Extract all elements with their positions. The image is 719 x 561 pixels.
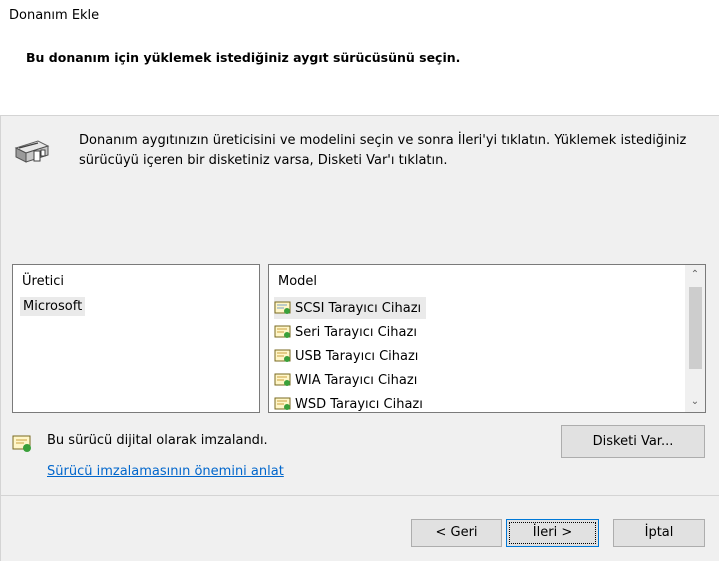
model-item-label: WIA Tarayıcı Cihazı: [295, 372, 418, 388]
chevron-down-icon[interactable]: ⌄: [685, 392, 705, 412]
model-item-usb[interactable]: USB Tarayıcı Cihazı: [274, 345, 423, 367]
model-item-label: WSD Tarayıcı Cihazı: [295, 396, 423, 412]
model-item-label: USB Tarayıcı Cihazı: [295, 348, 419, 364]
model-item-label: Seri Tarayıcı Cihazı: [295, 324, 417, 340]
model-item-wia[interactable]: WIA Tarayıcı Cihazı: [274, 369, 422, 391]
manufacturer-list-header: Üretici: [22, 274, 65, 289]
driver-certificate-icon: [12, 435, 31, 452]
wizard-header: Donanım Ekle Bu donanım için yüklemek is…: [0, 0, 719, 116]
window-title: Donanım Ekle: [9, 8, 100, 23]
model-item-scsi[interactable]: SCSI Tarayıcı Cihazı: [274, 297, 427, 319]
driver-certificate-icon: [274, 325, 291, 338]
chevron-up-icon[interactable]: ⌃: [685, 265, 705, 285]
model-list-scrollbar[interactable]: ⌃ ⌄: [685, 265, 705, 412]
scanner-icon: [14, 140, 50, 163]
signed-status-text: Bu sürücü dijital olarak imzalandı.: [47, 433, 268, 448]
model-list-header: Model: [278, 274, 318, 289]
cancel-button[interactable]: İptal: [613, 519, 705, 547]
footer-separator: [0, 495, 719, 496]
driver-certificate-icon: [274, 349, 291, 362]
manufacturer-item-microsoft[interactable]: Microsoft: [20, 297, 86, 316]
driver-signing-link[interactable]: Sürücü imzalamasının önemini anlat: [47, 464, 284, 479]
model-item-label: SCSI Tarayıcı Cihazı: [295, 300, 422, 316]
instruction-text: Donanım aygıtınızın üreticisini ve model…: [79, 133, 687, 168]
model-list[interactable]: Model SCSI Tarayıcı Cihazı Seri Tarayıcı…: [268, 264, 706, 413]
model-item-wsd[interactable]: WSD Tarayıcı Cihazı: [274, 393, 428, 412]
back-button[interactable]: < Geri: [411, 519, 502, 547]
driver-certificate-icon: [274, 373, 291, 386]
model-item-serial[interactable]: Seri Tarayıcı Cihazı: [274, 321, 422, 343]
have-disk-button[interactable]: Disketi Var...: [561, 425, 705, 458]
next-button[interactable]: İleri >: [506, 519, 599, 547]
page-subtitle: Bu donanım için yüklemek istediğiniz ayg…: [26, 50, 461, 65]
focus-rectangle: [509, 522, 596, 544]
driver-certificate-icon: [274, 301, 291, 314]
manufacturer-list[interactable]: Üretici Microsoft: [12, 264, 260, 413]
scroll-thumb[interactable]: [689, 287, 702, 369]
driver-certificate-icon: [274, 397, 291, 410]
